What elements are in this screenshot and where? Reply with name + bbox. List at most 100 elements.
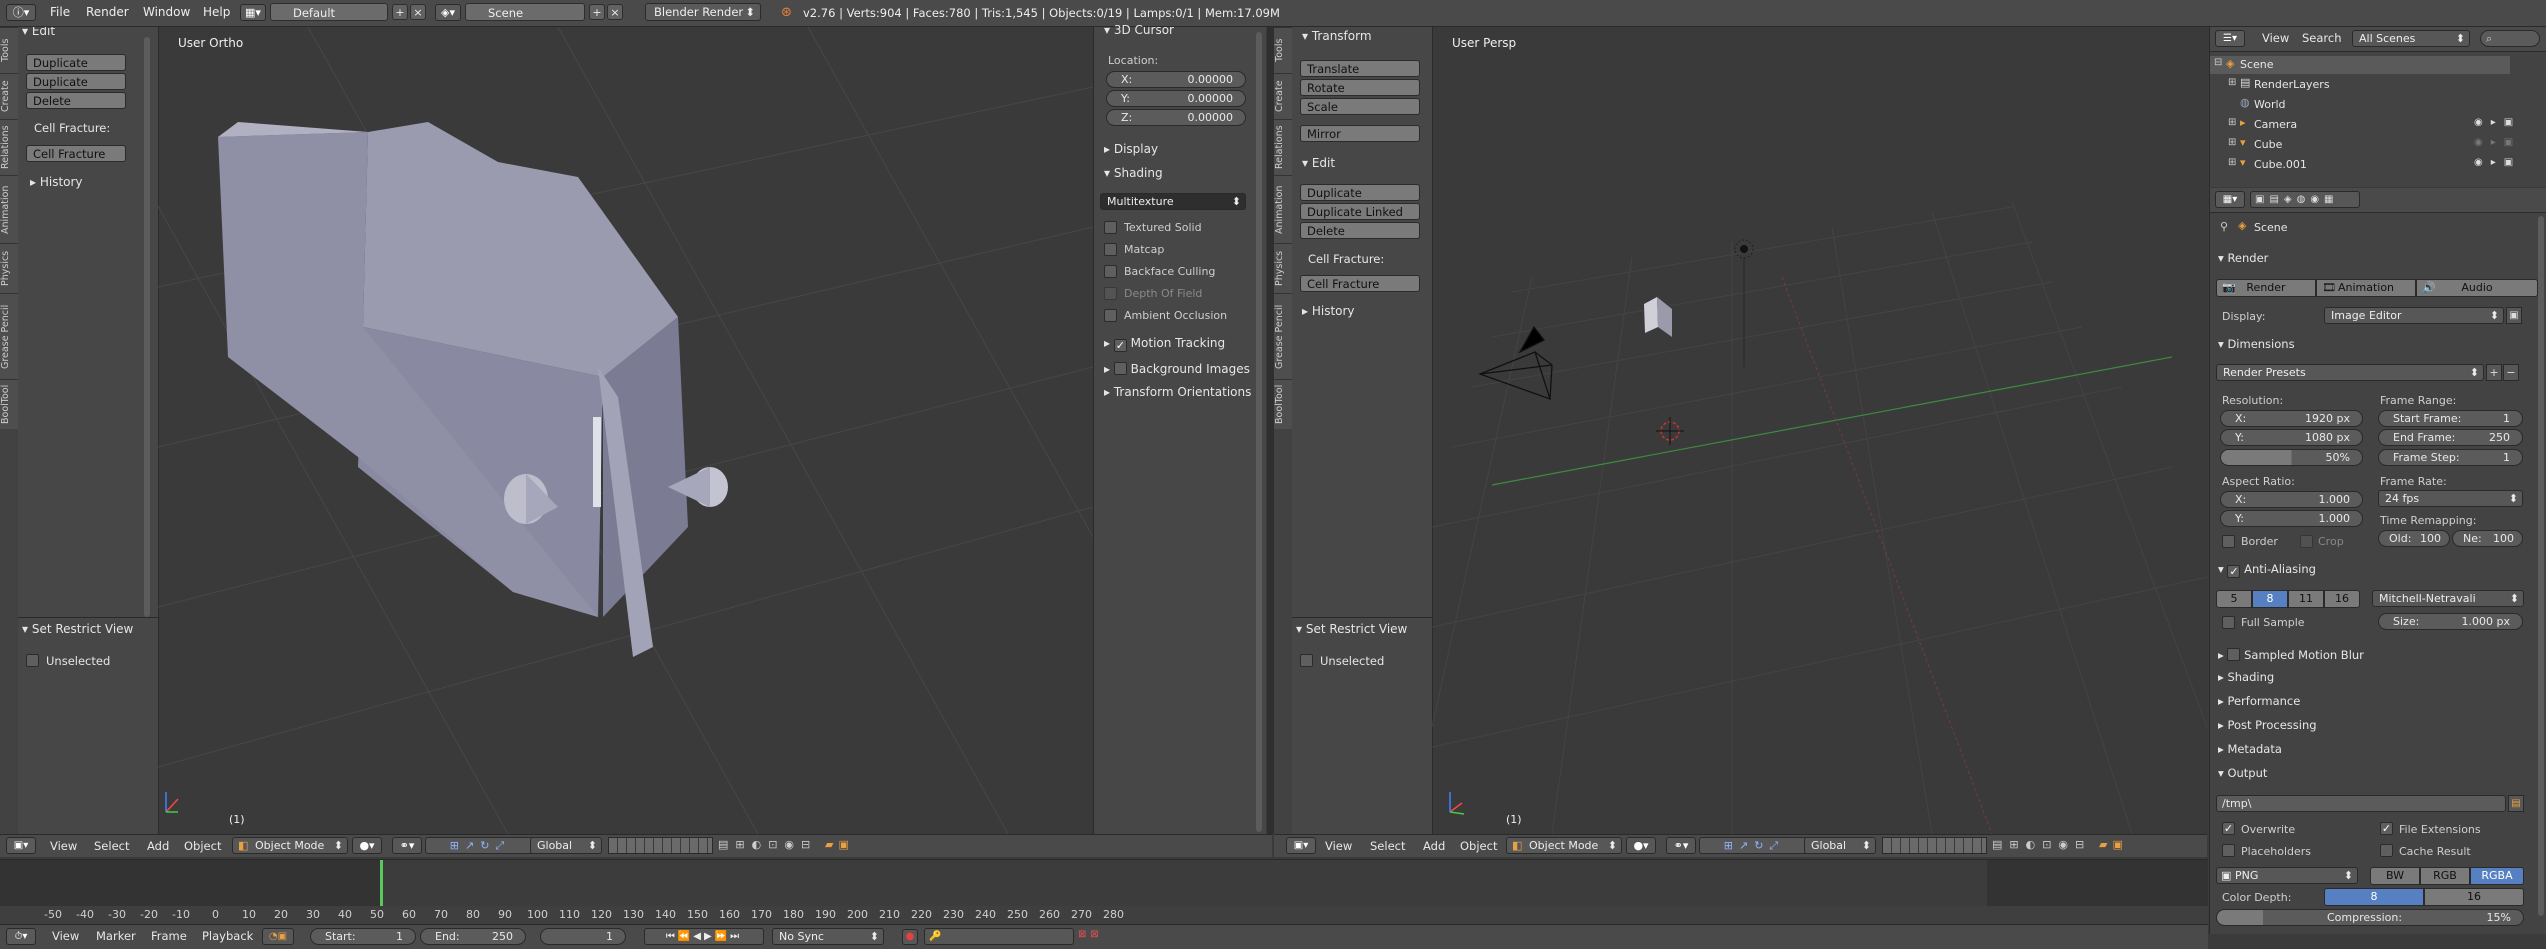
border-checkbox[interactable] (2222, 535, 2235, 548)
snap-icons[interactable]: ▤⊞◐⊡◉⊟ (718, 838, 817, 851)
depth-of-field-checkbox[interactable] (1104, 287, 1117, 300)
restrict-view-header[interactable]: ▾ Set Restrict View (22, 622, 133, 636)
matcap-checkbox[interactable] (1104, 243, 1117, 256)
outliner-row-renderlayers[interactable]: ⊞ ▤ RenderLayers (2210, 76, 2510, 94)
tab-create[interactable]: Create (0, 73, 18, 119)
color-mode-bw[interactable]: BW (2370, 867, 2420, 885)
transform-panel-header[interactable]: ▾ Transform (1302, 29, 1372, 43)
cursor-z-field[interactable]: Z: 0.00000 (1106, 109, 1246, 126)
menu-view[interactable]: View (1325, 839, 1352, 853)
mirror-button[interactable]: Mirror (1300, 125, 1420, 142)
left-3d-viewport[interactable]: Tools Create Relations Animation Physics… (0, 27, 1093, 834)
remove-scene-icon[interactable]: × (607, 4, 623, 20)
manipulator-icons[interactable]: ⊞↗↻⤢ (1699, 837, 1809, 854)
menu-window[interactable]: Window (143, 5, 190, 19)
cursor-y-field[interactable]: Y: 0.00000 (1106, 90, 1246, 107)
tab-grease-pencil[interactable]: Grease Pencil (1274, 293, 1292, 379)
start-frame-field[interactable]: Start Frame: 1 (2378, 410, 2523, 427)
orientation-dropdown[interactable]: Global ⬍ (530, 837, 602, 854)
menu-add[interactable]: Add (1423, 839, 1445, 853)
restrict-view-header[interactable]: ▾ Set Restrict View (1296, 622, 1407, 636)
translate-button[interactable]: Translate (1300, 60, 1420, 77)
visibility-icons[interactable]: ◉▸▣ (2474, 137, 2521, 148)
timeline-menu-view[interactable]: View (52, 929, 79, 943)
shading-panel-header[interactable]: ▸ Shading (2218, 670, 2274, 684)
snap-icons[interactable]: ▤⊞◐⊡◉⊟ (1992, 838, 2091, 851)
duplicate-linked-button[interactable]: Duplicate Linked (26, 73, 126, 105)
crop-checkbox[interactable] (2300, 535, 2313, 548)
screen-layout-field[interactable]: Default (270, 3, 388, 21)
edit-panel-header[interactable]: ▾ Edit (22, 27, 55, 38)
tab-physics[interactable]: Physics (1274, 243, 1292, 293)
timeline-editor-icon[interactable]: ⏱▾ (6, 928, 36, 945)
keying-set-field[interactable]: 🔑 (924, 928, 1074, 945)
context-tabs[interactable]: ▣▤◈◍◉▦ (2250, 191, 2360, 208)
menu-help[interactable]: Help (203, 5, 230, 19)
output-panel-header[interactable]: ▾ Output (2218, 766, 2267, 780)
outliner-menu-search[interactable]: Search (2302, 31, 2342, 45)
duplicate-button[interactable]: Duplicate (1300, 184, 1420, 201)
shading-panel-header[interactable]: ▾ Shading (1104, 166, 1163, 180)
timeline-end-field[interactable]: End: 250 (420, 928, 526, 945)
rotate-button[interactable]: Rotate (1300, 79, 1420, 96)
menu-view[interactable]: View (50, 839, 77, 853)
performance-panel-header[interactable]: ▸ Performance (2218, 694, 2300, 708)
tab-animation[interactable]: Animation (1274, 175, 1292, 243)
timeline-menu-marker[interactable]: Marker (96, 929, 136, 943)
scene-icon[interactable]: ◈▾ (435, 4, 461, 21)
menu-file[interactable]: File (50, 5, 70, 19)
tab-tools[interactable]: Tools (0, 27, 18, 73)
outliner-row-scene[interactable]: ⊟ ◈ Scene (2210, 56, 2510, 74)
aa-sample-11[interactable]: 11 (2288, 590, 2324, 608)
viewport-shading-icon[interactable]: ●▾ (1626, 837, 1656, 854)
properties-scrollbar[interactable] (2538, 216, 2544, 916)
menu-render[interactable]: Render (86, 5, 129, 19)
shading-mode-dropdown[interactable]: Multitexture ⬍ (1100, 193, 1246, 210)
full-sample-checkbox[interactable] (2222, 616, 2235, 629)
aa-sample-5[interactable]: 5 (2216, 590, 2252, 608)
time-remap-old-field[interactable]: Old: 100 (2378, 530, 2450, 547)
aa-size-field[interactable]: Size: 1.000 px (2378, 613, 2523, 630)
history-panel-header[interactable]: ▸ History (1302, 304, 1355, 318)
delete-button[interactable]: Delete (26, 92, 126, 109)
add-layout-icon[interactable]: + (392, 4, 408, 20)
placeholders-checkbox[interactable] (2222, 844, 2235, 857)
resolution-y-field[interactable]: Y: 1080 px (2220, 429, 2363, 446)
outliner-filter-dropdown[interactable]: All Scenes ⬍ (2352, 30, 2470, 47)
end-frame-field[interactable]: End Frame: 250 (2378, 429, 2523, 446)
record-icon[interactable]: ● (902, 929, 918, 945)
menu-object[interactable]: Object (1460, 839, 1497, 853)
outliner-row-cube[interactable]: ⊞ ▾ Cube ◉▸▣ (2210, 136, 2546, 154)
outliner-row-world[interactable]: ◍ World (2210, 96, 2510, 114)
editor-type-icon[interactable]: ▣▾ (6, 837, 36, 854)
tab-physics[interactable]: Physics (0, 243, 18, 293)
current-frame-line[interactable] (380, 860, 383, 906)
menu-object[interactable]: Object (184, 839, 221, 853)
aspect-y-field[interactable]: Y: 1.000 (2220, 510, 2363, 527)
unselected-checkbox[interactable] (1300, 654, 1313, 667)
tab-tools[interactable]: Tools (1274, 27, 1292, 73)
3d-cursor-header[interactable]: ▾ 3D Cursor (1104, 23, 1174, 37)
aa-sample-8[interactable]: 8 (2252, 590, 2288, 608)
tab-grease-pencil[interactable]: Grease Pencil (0, 293, 18, 379)
aa-sample-16[interactable]: 16 (2324, 590, 2360, 608)
audio-button[interactable]: 🔊 Audio (2416, 279, 2538, 297)
motion-tracking-header[interactable]: ▸ ✓ Motion Tracking (1104, 336, 1225, 352)
unselected-checkbox[interactable] (26, 654, 39, 667)
add-scene-icon[interactable]: + (589, 4, 605, 20)
cell-fracture-button[interactable]: Cell Fracture (26, 145, 126, 162)
pivot-icon[interactable]: ⚭▾ (392, 837, 422, 854)
timeline-menu-frame[interactable]: Frame (151, 929, 187, 943)
aspect-x-field[interactable]: X: 1.000 (2220, 491, 2363, 508)
outliner-search-input[interactable]: ⌕ (2480, 30, 2540, 47)
file-format-dropdown[interactable]: ▣ PNG ⬍ (2216, 867, 2358, 884)
render-engine-dropdown[interactable]: Blender Render ⬍ (645, 3, 761, 21)
history-panel-header[interactable]: ▸ History (30, 175, 83, 189)
area-divider[interactable] (1267, 27, 1274, 834)
frame-step-field[interactable]: Frame Step: 1 (2378, 449, 2523, 466)
sampled-motion-blur-header[interactable]: ▸ Sampled Motion Blur (2218, 646, 2364, 662)
right-3d-viewport[interactable]: Tools Create Relations Animation Physics… (1274, 27, 2207, 834)
cursor-x-field[interactable]: X: 0.00000 (1106, 71, 1246, 88)
render-panel-header[interactable]: ▾ Render (2218, 251, 2268, 265)
time-remap-new-field[interactable]: Ne: 100 (2452, 530, 2523, 547)
